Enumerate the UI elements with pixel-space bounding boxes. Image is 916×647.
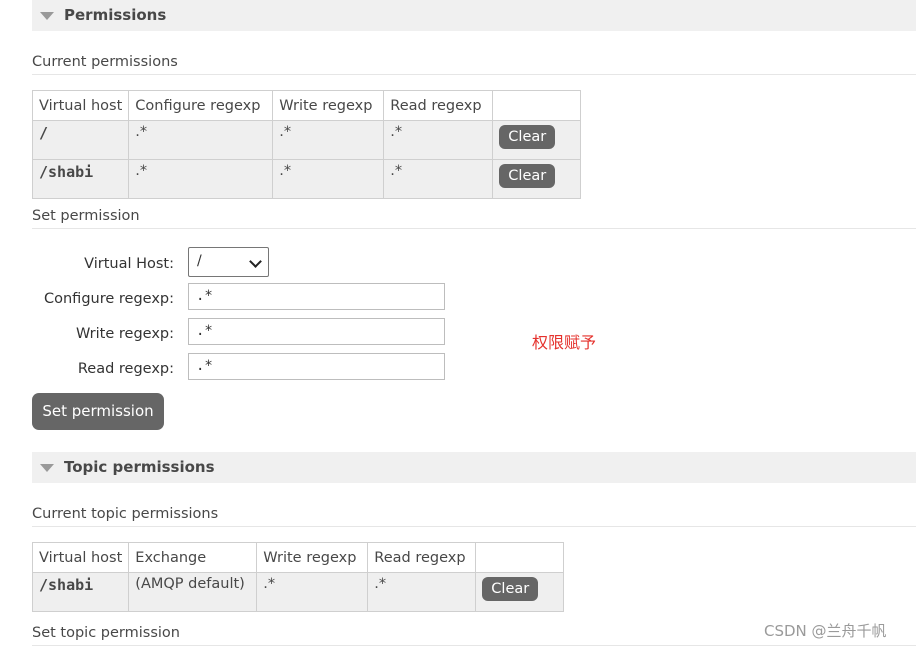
vhost-cell: /shabi [31,159,130,199]
vhost-cell: / [31,120,130,160]
set-permission-title: Set permission [32,208,916,229]
read-cell: .* [383,120,494,160]
vhost-select-value: / [197,253,202,269]
topic-permissions-table: Virtual host Exchange Write regexp Read … [31,542,565,612]
current-permissions-title: Current permissions [32,54,916,75]
table-row: / .* .* .* Clear [31,120,582,160]
read-regexp-label: Read regexp: [77,361,174,377]
column-header: Write regexp [256,542,369,573]
action-cell: Clear [492,120,582,160]
table-header-row: Virtual host Exchange Write regexp Read … [31,542,565,573]
topic-permissions-title: Topic permissions [64,458,215,476]
column-header: Read regexp [367,542,477,573]
configure-regexp-input[interactable]: .* [188,283,445,310]
permissions-title: Permissions [64,6,167,24]
permissions-table: Virtual host Configure regexp Write rege… [31,90,582,199]
column-header: Exchange [128,542,258,573]
clear-button[interactable]: Clear [499,164,556,188]
table-header-row: Virtual host Configure regexp Write rege… [31,90,582,121]
permissions-section-header[interactable]: Permissions [32,0,916,31]
column-header: Read regexp [383,90,494,121]
annotation-text: 权限赋予 [532,333,597,352]
triangle-down-icon [40,12,54,20]
write-cell: .* [272,159,385,199]
write-regexp-input[interactable]: .* [188,318,445,345]
write-cell: .* [272,120,385,160]
vhost-label: Virtual Host: [84,256,174,272]
clear-button[interactable]: Clear [499,125,556,149]
clear-button[interactable]: Clear [482,577,539,601]
watermark: CSDN @兰舟千帆 [764,622,887,640]
table-row: /shabi (AMQP default) .* .* Clear [31,572,565,612]
configure-cell: .* [128,159,274,199]
triangle-down-icon [40,464,54,472]
action-cell: Clear [475,572,565,612]
column-header-empty [492,90,582,121]
set-permission-button[interactable]: Set permission [32,393,164,430]
chevron-down-icon [249,255,262,268]
configure-cell: .* [128,120,274,160]
column-header: Virtual host [31,90,130,121]
read-cell: .* [383,159,494,199]
action-cell: Clear [492,159,582,199]
current-topic-permissions-title: Current topic permissions [32,506,916,527]
read-regexp-input[interactable]: .* [188,353,445,380]
read-cell: .* [367,572,477,612]
table-row: /shabi .* .* .* Clear [31,159,582,199]
write-cell: .* [256,572,369,612]
column-header: Configure regexp [128,90,274,121]
exchange-cell: (AMQP default) [128,572,258,612]
topic-permissions-section-header[interactable]: Topic permissions [32,452,916,483]
configure-regexp-label: Configure regexp: [44,291,174,307]
column-header: Virtual host [31,542,130,573]
column-header-empty [475,542,565,573]
vhost-cell: /shabi [31,572,130,612]
column-header: Write regexp [272,90,385,121]
vhost-select[interactable]: / [188,247,269,277]
write-regexp-label: Write regexp: [76,326,174,342]
